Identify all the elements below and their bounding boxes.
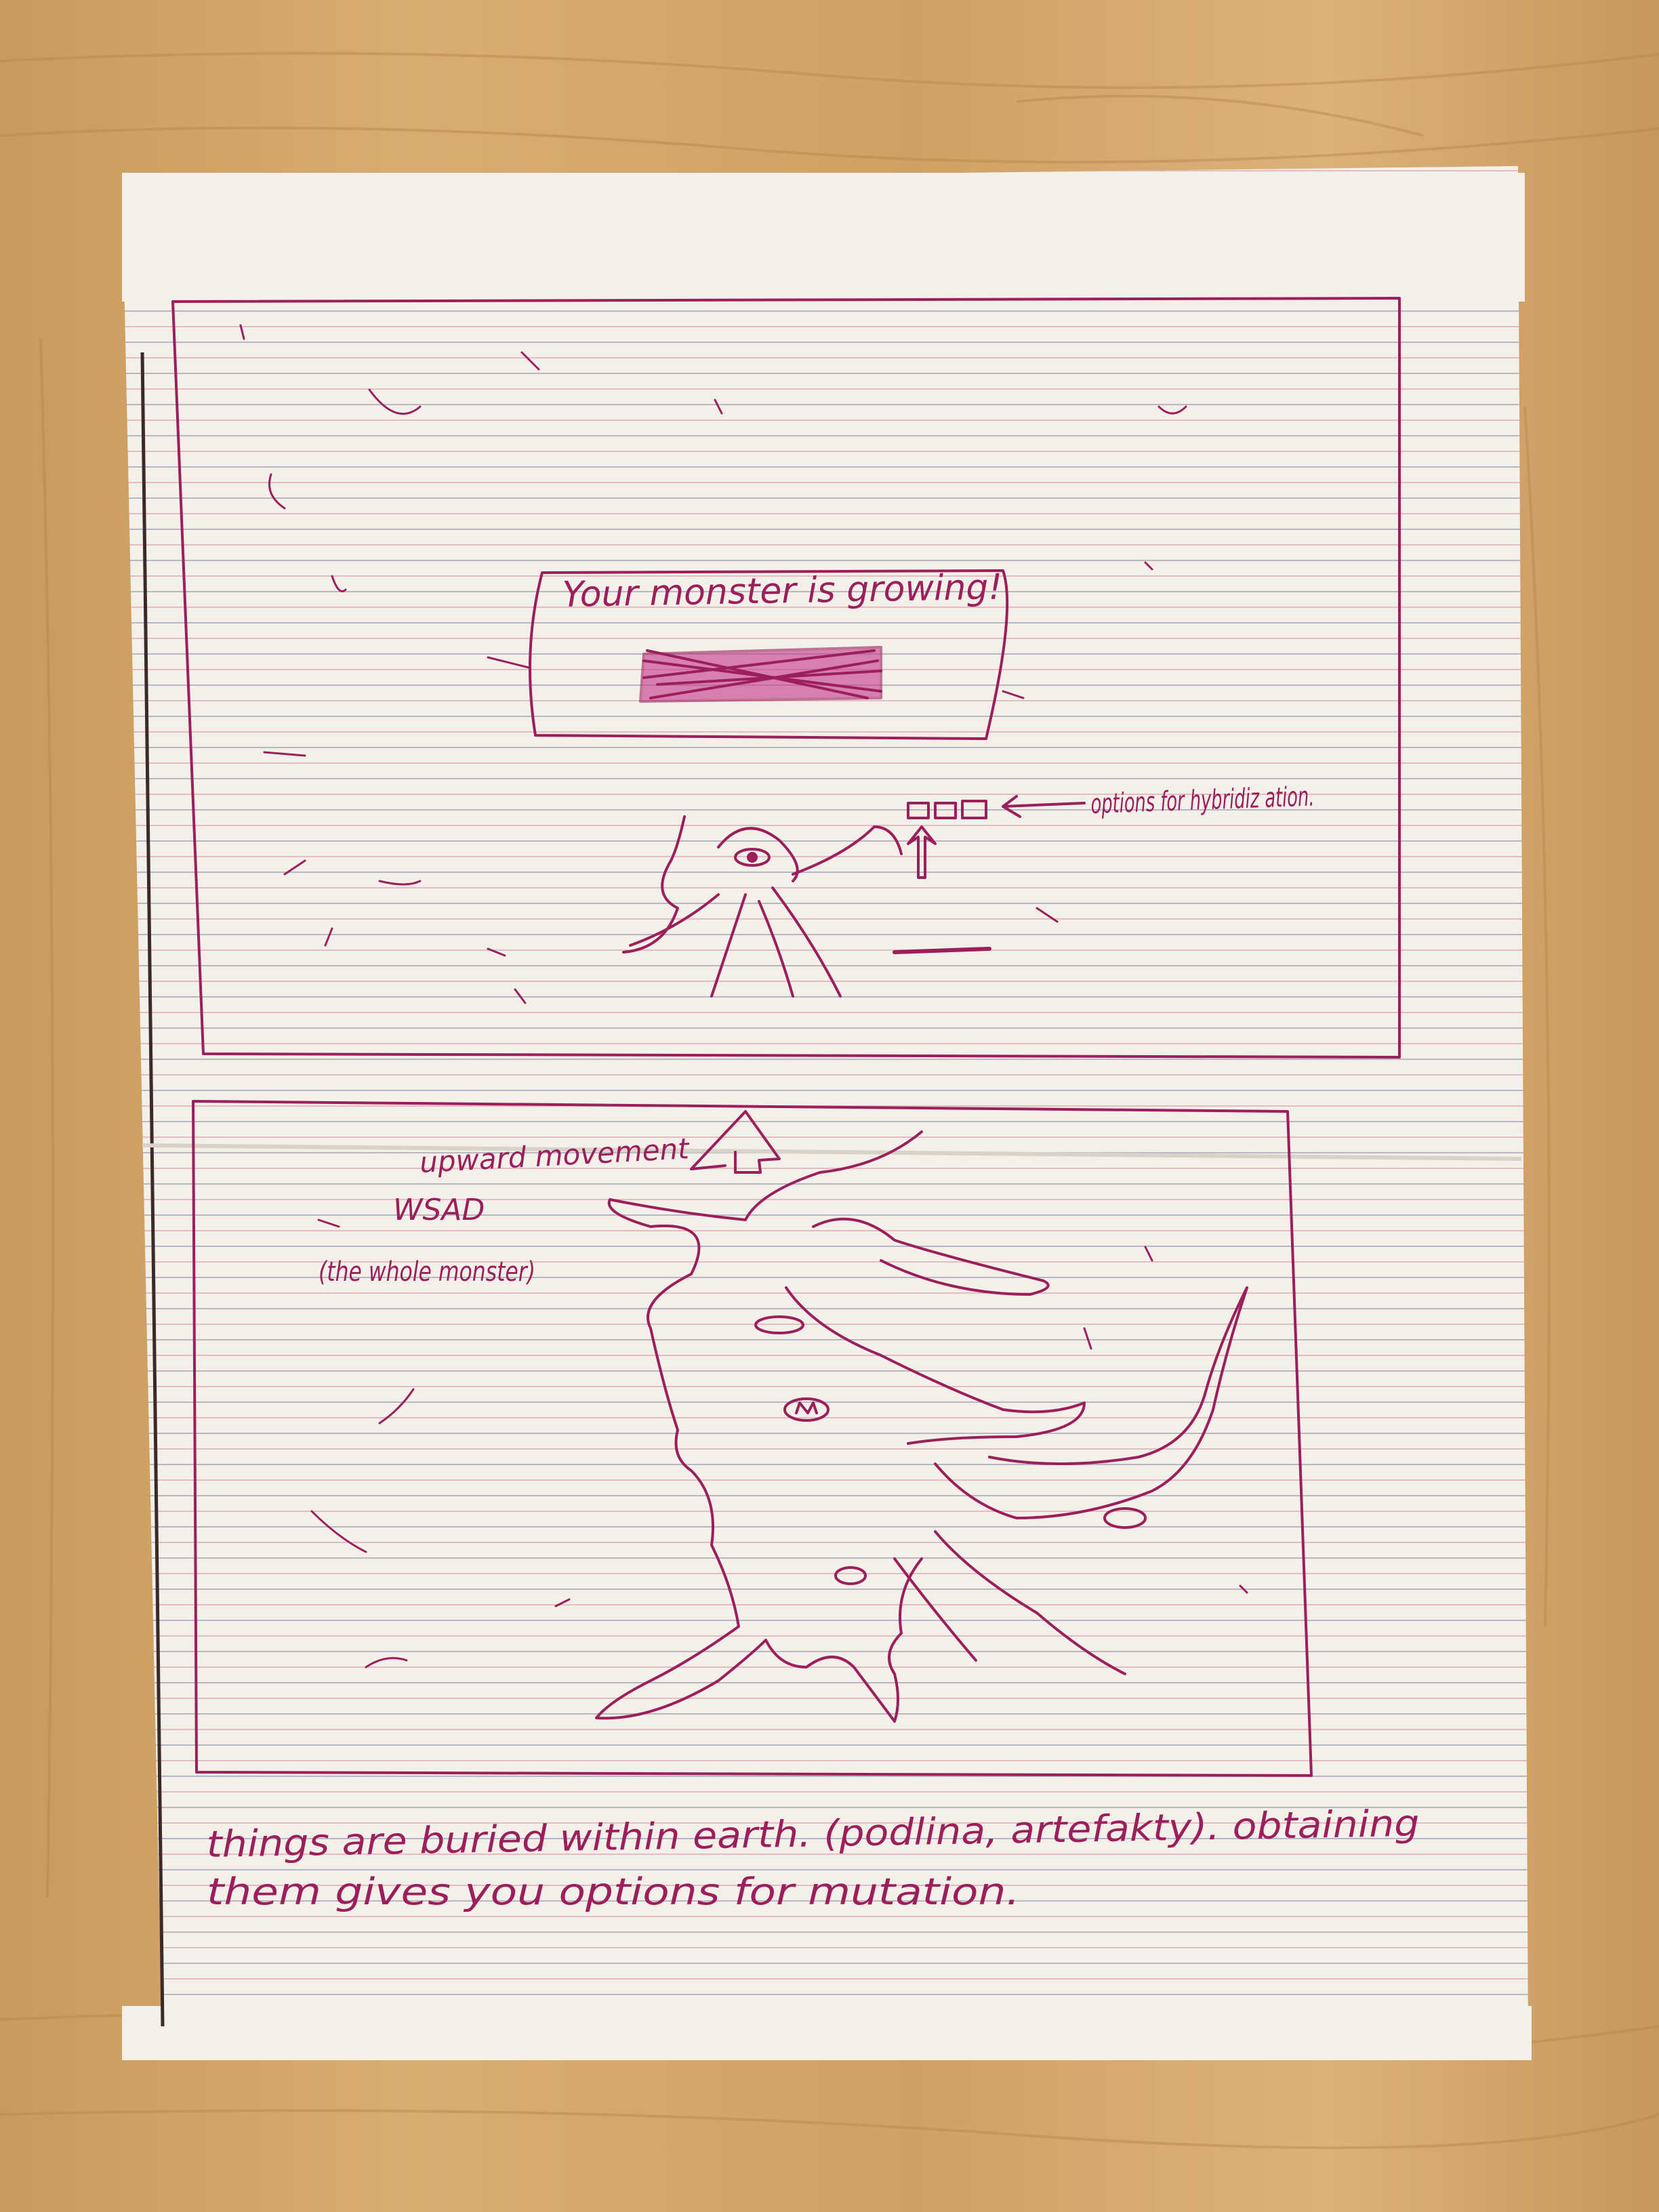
footer-note-line2: them gives you options for mutation. bbox=[207, 1870, 1020, 1913]
dialog-text: Your monster is growing! bbox=[562, 567, 1003, 615]
photo-scene: Your monster is growing! options for hyb… bbox=[0, 52, 1659, 2150]
scope-label: (the whole monster) bbox=[319, 1256, 535, 1288]
progress-scribble bbox=[639, 646, 882, 703]
paper-sheet bbox=[122, 166, 1532, 2060]
keys-label: WSAD bbox=[393, 1193, 485, 1227]
